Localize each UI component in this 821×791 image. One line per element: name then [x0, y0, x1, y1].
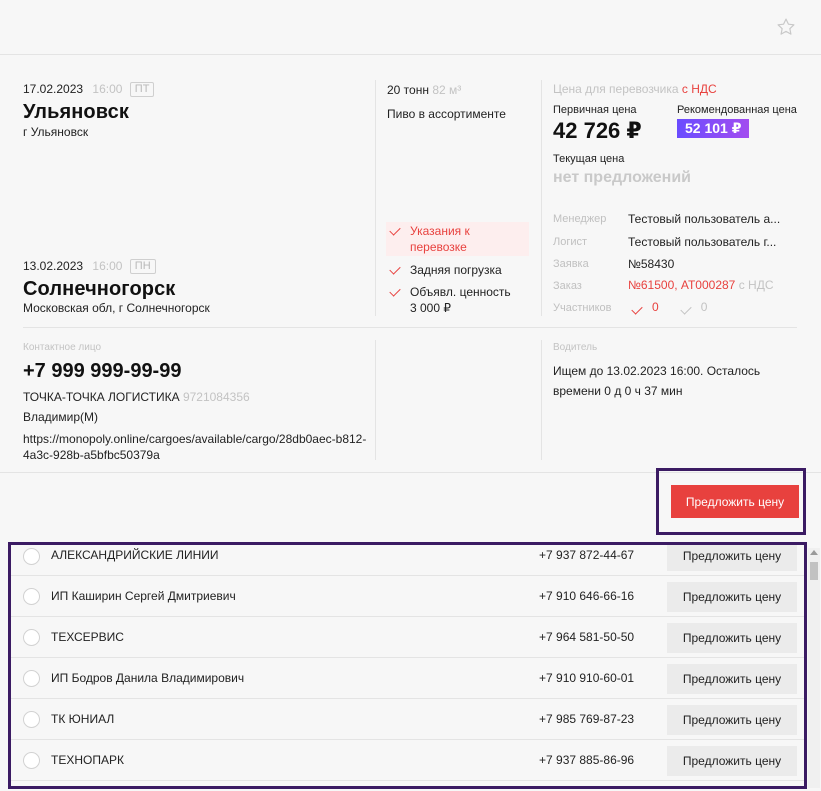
- price-header: Цена для перевозчика с НДС: [553, 82, 717, 96]
- recommended-price: 52 101 ₽: [677, 119, 750, 138]
- current-price: нет предложений: [553, 169, 692, 186]
- radio-icon[interactable]: [23, 670, 40, 687]
- radio-icon[interactable]: [23, 711, 40, 728]
- recommended-price-label: Рекомендованная цена: [677, 104, 797, 116]
- carrier-name: ТК ЮНИАЛ: [51, 712, 115, 726]
- carrier-offer-button[interactable]: Предложить цену: [667, 623, 797, 653]
- arrival-datetime: 13.02.2023 16:00 ПН: [23, 259, 156, 274]
- check-icon: [389, 224, 401, 236]
- contact-phone[interactable]: +7 999 999-99-99: [23, 360, 181, 383]
- check-rear-loading: Задняя погрузка: [387, 262, 527, 278]
- list-item[interactable]: ИП Бодров Данила Владимирович +7 910 910…: [11, 658, 804, 699]
- carrier-name: ТЕХНОПАРК: [51, 753, 124, 767]
- contact-label: Контактное лицо: [23, 342, 102, 353]
- manager-value: Тестовый пользователь а...: [628, 212, 781, 226]
- manager-label: Менеджер: [553, 213, 607, 225]
- check-icon: [389, 263, 401, 275]
- current-price-label: Текущая цена: [553, 153, 625, 165]
- departure-date: 17.02.2023: [23, 82, 84, 96]
- cargo-weight: 20 тонн: [387, 83, 429, 97]
- carrier-name: ИП Бодров Данила Владимирович: [51, 671, 245, 685]
- carrier-phone: +7 910 646-66-16: [539, 589, 635, 603]
- cargo-name: Пиво в ассортименте: [387, 107, 506, 121]
- carrier-name: ТЕХСЕРВИС: [51, 630, 124, 644]
- arrival-city: Солнечногорск: [23, 278, 176, 300]
- divider: [541, 340, 542, 460]
- carrier-name: АЛЕКСАНДРИЙСКИЕ ЛИНИИ: [51, 548, 219, 562]
- radio-icon[interactable]: [23, 548, 40, 565]
- offer-action-frame: Предложить цену: [656, 468, 806, 535]
- carrier-phone: +7 937 885-86-96: [539, 753, 635, 767]
- check-icon: [389, 285, 401, 297]
- cargo-weight-volume: 20 тонн 82 м³: [387, 83, 461, 97]
- star-outline-icon[interactable]: [776, 17, 796, 37]
- arrival-day-badge: ПН: [129, 259, 156, 274]
- departure-address: г Ульяновск: [23, 125, 89, 139]
- list-item[interactable]: ТК ЮНИАЛ +7 985 769-87-23 Предложить цен…: [11, 699, 804, 740]
- list-item[interactable]: АЛЕКСАНДРИЙСКИЕ ЛИНИИ +7 937 872-44-67 П…: [11, 545, 804, 576]
- arrival-date: 13.02.2023: [23, 259, 84, 273]
- logist-label: Логист: [553, 236, 588, 248]
- participants-declined: 0: [700, 300, 708, 314]
- cargo-volume: 82 м³: [432, 83, 462, 97]
- carrier-offer-button[interactable]: Предложить цену: [667, 545, 797, 571]
- check-icon: [680, 303, 692, 315]
- carrier-phone: +7 910 910-60-01: [539, 671, 635, 685]
- radio-icon[interactable]: [23, 752, 40, 769]
- list-item[interactable]: ТЕХСЕРВИС +7 964 581-50-50 Предложить це…: [11, 617, 804, 658]
- list-item[interactable]: ТЕХНОПАРК +7 937 885-86-96 Предложить це…: [11, 740, 804, 781]
- departure-datetime: 17.02.2023 16:00 ПТ: [23, 82, 155, 97]
- primary-price-label: Первичная цена: [553, 104, 637, 116]
- check-instructions: Указания к перевозке: [387, 223, 527, 255]
- list-item[interactable]: ИП Каширин Сергей Дмитриевич +7 910 646-…: [11, 576, 804, 617]
- list-scrollbar[interactable]: [808, 548, 820, 788]
- order-label: Заказ: [553, 280, 582, 292]
- carrier-name: ИП Каширин Сергей Дмитриевич: [51, 589, 236, 603]
- carrier-offer-button[interactable]: Предложить цену: [667, 746, 797, 776]
- divider: [375, 80, 376, 316]
- driver-label: Водитель: [553, 342, 598, 353]
- request-label: Заявка: [553, 258, 589, 270]
- radio-icon[interactable]: [23, 629, 40, 646]
- check-icon: [631, 303, 643, 315]
- request-value: №58430: [628, 257, 675, 271]
- carrier-phone: +7 985 769-87-23: [539, 712, 635, 726]
- participants-accepted: 0: [652, 300, 659, 314]
- contact-person: Владимир(М): [23, 410, 98, 424]
- order-value[interactable]: №61500, АТ000287 с НДС: [628, 278, 798, 292]
- carrier-offer-button[interactable]: Предложить цену: [667, 705, 797, 735]
- check-declared-value: Объявл. ценность 3 000 ₽: [387, 284, 517, 316]
- carrier-phone: +7 937 872-44-67: [539, 548, 635, 562]
- participants-label: Участников: [553, 302, 612, 314]
- participants-counts: 0 0: [631, 300, 708, 315]
- divider: [375, 340, 376, 460]
- divider: [541, 80, 542, 316]
- contact-inn: 9721084356: [182, 390, 250, 404]
- top-bar: [0, 0, 821, 55]
- section-divider: [23, 327, 797, 328]
- cargo-link[interactable]: https://monopoly.online/cargoes/availabl…: [23, 431, 368, 463]
- arrival-address: Московская обл, г Солнечногорск: [23, 301, 210, 315]
- departure-time: 16:00: [92, 82, 123, 96]
- departure-day-badge: ПТ: [129, 82, 155, 97]
- carrier-offer-button[interactable]: Предложить цену: [667, 582, 797, 612]
- departure-city: Ульяновск: [23, 101, 129, 123]
- driver-status: Ищем до 13.02.2023 16:00. Осталось време…: [553, 364, 761, 398]
- scroll-up-icon[interactable]: [810, 550, 818, 555]
- carrier-list: АЛЕКСАНДРИЙСКИЕ ЛИНИИ +7 937 872-44-67 П…: [8, 542, 807, 789]
- logist-value: Тестовый пользователь г...: [628, 235, 777, 249]
- radio-icon[interactable]: [23, 588, 40, 605]
- arrival-time: 16:00: [92, 259, 123, 273]
- scroll-thumb[interactable]: [810, 562, 818, 580]
- carrier-offer-button[interactable]: Предложить цену: [667, 664, 797, 694]
- contact-company: ТОЧКА-ТОЧКА ЛОГИСТИКА 9721084356: [23, 390, 250, 404]
- primary-price: 42 726 ₽: [553, 118, 642, 143]
- offer-price-button[interactable]: Предложить цену: [671, 485, 799, 518]
- carrier-phone: +7 964 581-50-50: [539, 630, 635, 644]
